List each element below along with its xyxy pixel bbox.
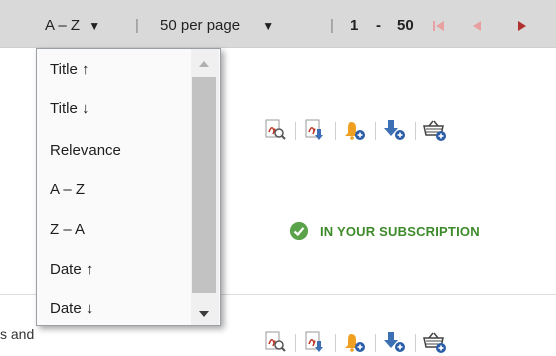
- previous-page-icon[interactable]: [470, 19, 484, 33]
- scroll-up-arrow-icon[interactable]: [199, 61, 209, 67]
- next-page-icon[interactable]: [515, 19, 529, 33]
- checkmark-icon: [290, 222, 308, 240]
- sort-option-date-desc[interactable]: Date ↓: [50, 300, 93, 317]
- action-separator: [295, 334, 296, 352]
- sort-select-label: A – Z: [45, 17, 81, 34]
- first-page-icon[interactable]: [432, 19, 446, 33]
- result-snippet-fragment: s and: [0, 326, 35, 342]
- sort-select[interactable]: A – Z ▼: [45, 17, 100, 34]
- per-page-select[interactable]: 50 per page ▼: [160, 17, 274, 34]
- alert-add-icon[interactable]: [343, 330, 367, 354]
- range-dash: -: [376, 17, 381, 34]
- action-separator: [415, 122, 416, 140]
- pdf-download-icon[interactable]: [303, 330, 327, 354]
- toolbar-separator: |: [330, 17, 334, 34]
- subscription-label: IN YOUR SUBSCRIPTION: [320, 224, 480, 239]
- per-page-chevron-down-icon: ▼: [262, 19, 275, 33]
- basket-add-icon[interactable]: [423, 330, 447, 354]
- toolbar-separator: |: [135, 17, 139, 34]
- action-separator: [335, 334, 336, 352]
- pdf-preview-icon[interactable]: [263, 118, 287, 142]
- pdf-download-icon[interactable]: [303, 118, 327, 142]
- scroll-down-arrow-icon[interactable]: [199, 311, 209, 317]
- search-results-panel: A – Z ▼ | 50 per page ▼ | 1 - 50 IN YOUR…: [0, 0, 556, 353]
- action-separator: [415, 334, 416, 352]
- range-start: 1: [350, 17, 359, 34]
- pdf-preview-icon[interactable]: [263, 330, 287, 354]
- action-separator: [375, 122, 376, 140]
- sort-chevron-down-icon: ▼: [88, 19, 101, 33]
- sort-option-title-asc[interactable]: Title ↑: [50, 61, 89, 78]
- action-separator: [295, 122, 296, 140]
- action-separator: [375, 334, 376, 352]
- sort-option-a-z[interactable]: A – Z: [50, 181, 85, 198]
- sort-option-title-desc[interactable]: Title ↓: [50, 100, 89, 117]
- per-page-label: 50 per page: [160, 17, 241, 34]
- results-toolbar: A – Z ▼ | 50 per page ▼ | 1 - 50: [0, 0, 556, 49]
- sort-option-z-a[interactable]: Z – A: [50, 221, 85, 238]
- basket-add-icon[interactable]: [423, 118, 447, 142]
- sort-dropdown-menu[interactable]: Title ↑ Title ↓ Relevance A – Z Z – A Da…: [36, 48, 221, 326]
- download-add-icon[interactable]: [383, 118, 407, 142]
- download-add-icon[interactable]: [383, 330, 407, 354]
- action-separator: [335, 122, 336, 140]
- dropdown-scrollbar-thumb[interactable]: [192, 77, 216, 293]
- sort-option-date-asc[interactable]: Date ↑: [50, 261, 93, 278]
- range-end: 50: [397, 17, 414, 34]
- alert-add-icon[interactable]: [343, 118, 367, 142]
- sort-option-relevance[interactable]: Relevance: [50, 142, 121, 159]
